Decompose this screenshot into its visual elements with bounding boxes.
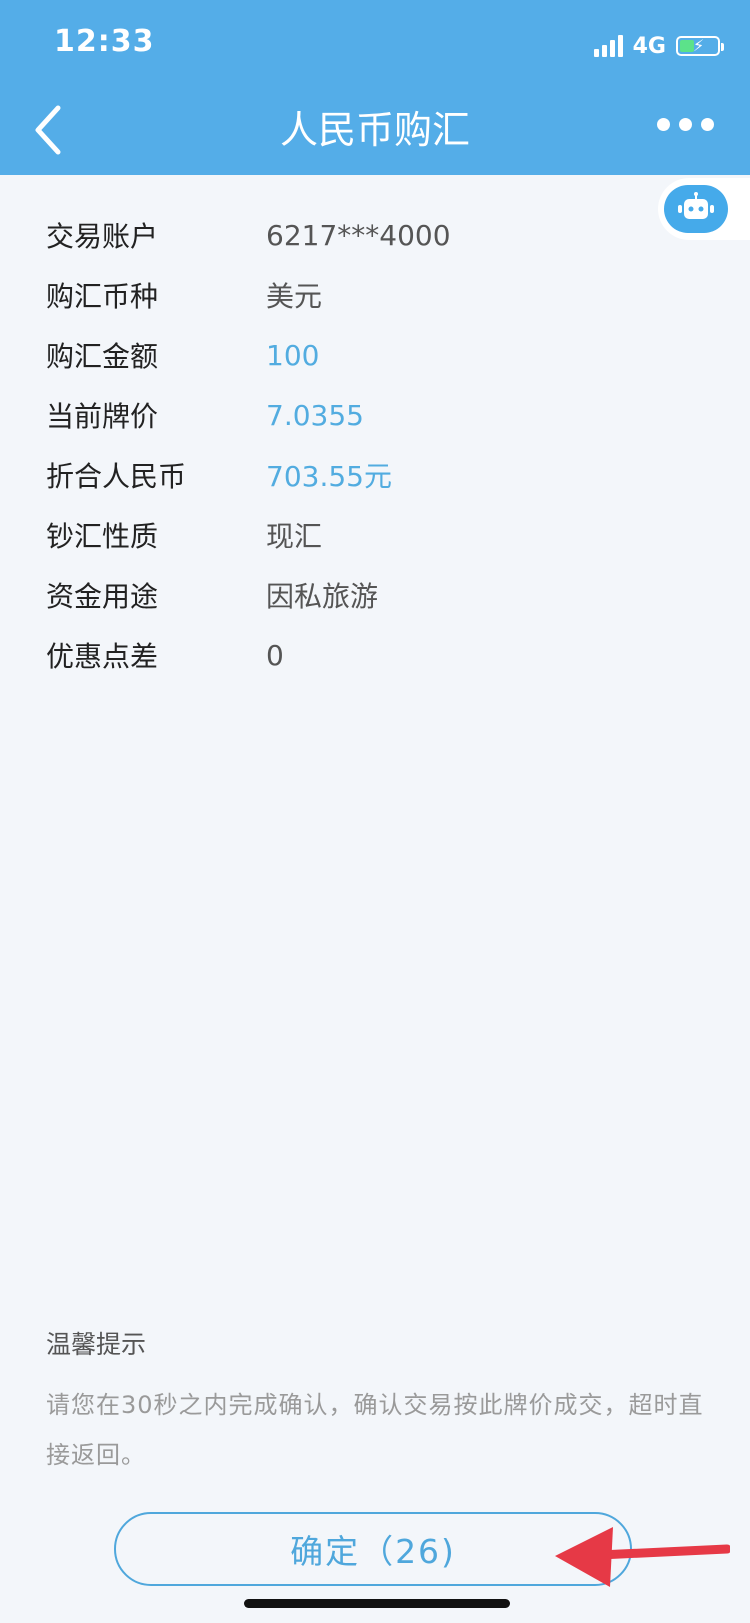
detail-value: 703.55元 <box>266 460 392 493</box>
detail-label: 购汇金额 <box>46 340 159 373</box>
detail-value: 现汇 <box>266 520 323 553</box>
detail-row-cash-nature: 钞汇性质 现汇 <box>46 505 696 565</box>
detail-label: 当前牌价 <box>46 400 159 433</box>
tip-text: 请您在30秒之内完成确认，确认交易按此牌价成交，超时直接返回。 <box>46 1391 704 1469</box>
detail-row-amount: 购汇金额 100 <box>46 325 696 385</box>
status-time: 12:33 <box>54 24 155 59</box>
confirm-button-label: 确定（26) <box>290 1532 456 1571</box>
detail-row-currency: 购汇币种 美元 <box>46 265 696 325</box>
detail-label: 折合人民币 <box>46 460 187 493</box>
transaction-details: 交易账户 6217***4000 购汇币种 美元 购汇金额 100 当前牌价 7… <box>46 205 696 685</box>
detail-label: 交易账户 <box>46 220 159 253</box>
battery-icon: ⚡ <box>676 36 724 56</box>
more-dot <box>679 118 692 131</box>
app-header: 12:33 4G ⚡ 人民币购汇 <box>0 0 750 175</box>
detail-row-rmb-equivalent: 折合人民币 703.55元 <box>46 445 696 505</box>
more-dot <box>701 118 714 131</box>
detail-value: 100 <box>266 338 320 372</box>
detail-row-rate: 当前牌价 7.0355 <box>46 385 696 445</box>
detail-value: 7.0355 <box>266 398 364 432</box>
signal-icon <box>593 35 623 57</box>
more-dot <box>657 118 670 131</box>
page-title: 人民币购汇 <box>279 108 470 152</box>
home-indicator[interactable] <box>244 1599 510 1608</box>
status-icons: 4G ⚡ <box>593 30 724 62</box>
detail-value: 6217***4000 <box>266 218 451 252</box>
detail-label: 优惠点差 <box>46 640 159 673</box>
detail-row-discount-spread: 优惠点差 0 <box>46 625 696 685</box>
network-type: 4G <box>632 33 666 59</box>
detail-row-account: 交易账户 6217***4000 <box>46 205 696 265</box>
tip-title: 温馨提示 <box>46 1330 147 1359</box>
detail-row-fund-purpose: 资金用途 因私旅游 <box>46 565 696 625</box>
detail-value: 美元 <box>266 280 323 313</box>
detail-value: 因私旅游 <box>266 580 379 613</box>
detail-label: 资金用途 <box>46 580 159 613</box>
detail-label: 购汇币种 <box>46 280 159 313</box>
annotation-arrow-icon <box>555 1527 730 1587</box>
more-button[interactable] <box>657 118 714 131</box>
detail-label: 钞汇性质 <box>46 520 159 553</box>
detail-value: 0 <box>266 638 284 672</box>
